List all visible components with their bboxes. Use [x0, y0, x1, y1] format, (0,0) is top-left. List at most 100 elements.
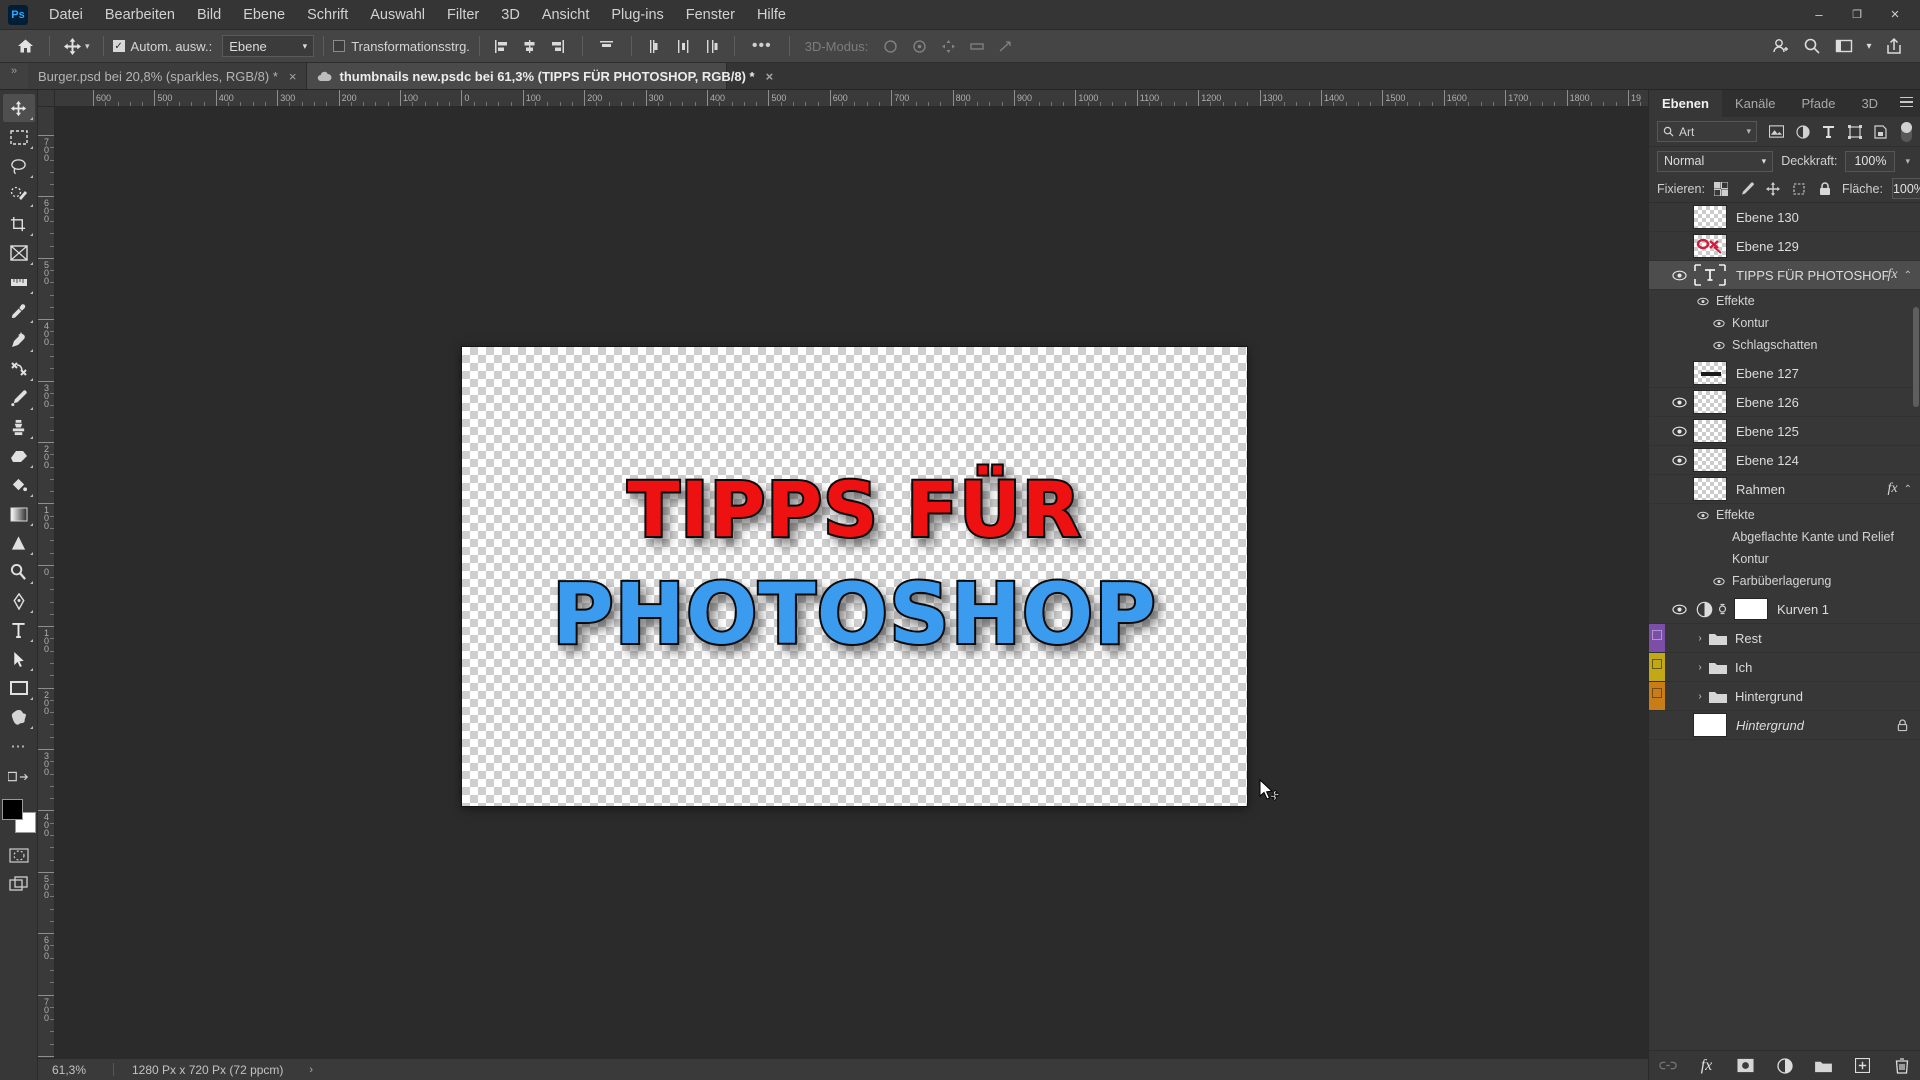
eraser-tool[interactable]	[3, 442, 35, 470]
layer-row-tipps-fuer-photoshop[interactable]: TIPPS FÜR PHOTOSHOP fx ⌃	[1649, 261, 1920, 290]
lasso-tool[interactable]	[3, 152, 35, 180]
layer-thumbnail[interactable]	[1693, 390, 1727, 414]
distribute-vertical-icon[interactable]	[699, 35, 725, 57]
panel-menu-icon[interactable]	[1891, 90, 1920, 117]
layer-name[interactable]: Rahmen	[1736, 482, 1785, 497]
layer-name[interactable]: Ebene 124	[1736, 453, 1799, 468]
layer-thumbnail-text[interactable]	[1693, 263, 1727, 287]
menu-bild[interactable]: Bild	[186, 3, 232, 27]
group-color-label[interactable]	[1649, 653, 1665, 681]
type-tool[interactable]	[3, 616, 35, 644]
layer-effects-group[interactable]: Effekte	[1649, 504, 1920, 526]
lock-image-pixels-icon[interactable]	[1740, 181, 1755, 196]
menu-auswahl[interactable]: Auswahl	[359, 3, 436, 27]
gradient-tool[interactable]	[3, 500, 35, 528]
layer-visibility-toggle[interactable]	[1665, 604, 1693, 615]
menu-ebene[interactable]: Ebene	[232, 3, 296, 27]
lock-all-icon[interactable]	[1818, 181, 1833, 196]
tab-overflow-arrows-icon[interactable]: »	[0, 63, 28, 89]
transform-controls-checkbox-box[interactable]	[333, 40, 346, 52]
ruler-origin-corner[interactable]	[38, 90, 55, 107]
layer-row-rahmen[interactable]: Rahmen fx ⌃	[1649, 475, 1920, 504]
layer-visibility-toggle[interactable]	[1665, 270, 1693, 281]
screen-mode-toggle-icon[interactable]	[3, 763, 35, 791]
menu-ansicht[interactable]: Ansicht	[531, 3, 601, 27]
layer-thumbnail[interactable]	[1693, 234, 1727, 258]
group-name[interactable]: Hintergrund	[1735, 689, 1803, 704]
opacity-field[interactable]: 100%	[1845, 150, 1896, 172]
quick-mask-icon[interactable]	[3, 841, 35, 869]
edit-toolbar-more-button[interactable]: ⋯	[3, 732, 35, 760]
layer-effects-group[interactable]: Effekte	[1649, 290, 1920, 312]
screen-mode-icon[interactable]	[3, 870, 35, 898]
group-color-label[interactable]	[1649, 624, 1665, 652]
layer-thumbnail[interactable]	[1693, 361, 1727, 385]
blur-tool[interactable]	[3, 529, 35, 557]
type-filter-icon[interactable]	[1820, 123, 1837, 140]
frame-tool[interactable]	[3, 239, 35, 267]
group-name[interactable]: Rest	[1735, 631, 1762, 646]
effect-row-schlagschatten[interactable]: Schlagschatten	[1649, 334, 1920, 356]
lock-artboard-icon[interactable]	[1792, 181, 1807, 196]
effects-visibility-toggle[interactable]	[1695, 297, 1711, 306]
home-icon[interactable]	[10, 38, 40, 54]
layer-name[interactable]: Kurven 1	[1777, 602, 1829, 617]
effect-row-farbueberlagerung[interactable]: Farbüberlagerung	[1649, 570, 1920, 592]
effects-visibility-toggle[interactable]	[1695, 511, 1711, 520]
layer-name[interactable]: Ebene 126	[1736, 395, 1799, 410]
layer-effects-fx-icon[interactable]: fx	[1888, 267, 1904, 283]
group-color-label[interactable]	[1649, 682, 1665, 710]
effect-row-abgeflachte-kante[interactable]: Abgeflachte Kante und Relief	[1649, 526, 1920, 548]
layer-row-ebene-129[interactable]: Ebene 129	[1649, 232, 1920, 261]
menu-schrift[interactable]: Schrift	[296, 3, 359, 27]
window-close-button[interactable]: ×	[1876, 6, 1914, 23]
layer-thumbnail[interactable]	[1693, 448, 1727, 472]
menu-3d[interactable]: 3D	[490, 3, 531, 27]
pen-tool[interactable]	[3, 587, 35, 615]
layer-thumbnail[interactable]	[1693, 205, 1727, 229]
dodge-tool[interactable]	[3, 558, 35, 586]
new-adjustment-layer-icon[interactable]	[1775, 1056, 1794, 1075]
vertical-ruler[interactable]: 700 600 500 400 300 200 100 0 100 200 300 400 500 600…	[38, 107, 55, 1058]
auto-select-checkbox[interactable]: ✓ Autom. ausw.:	[112, 39, 212, 54]
delete-layer-icon[interactable]	[1892, 1056, 1911, 1075]
active-tool-move-icon[interactable]: ▾	[59, 37, 94, 56]
rectangular-marquee-tool[interactable]	[3, 123, 35, 151]
transform-controls-checkbox[interactable]: Transformationsstrg.	[333, 39, 470, 54]
filter-kind-select[interactable]: Art ▾	[1657, 121, 1757, 142]
smart-object-filter-icon[interactable]	[1872, 123, 1889, 140]
more-options-button[interactable]: •••	[744, 37, 780, 55]
foreground-color-swatch[interactable]	[1, 799, 23, 820]
layer-thumbnail[interactable]	[1693, 477, 1727, 501]
patch-tool[interactable]	[3, 355, 35, 383]
effect-visibility-toggle[interactable]	[1711, 341, 1727, 350]
brush-tool[interactable]	[3, 384, 35, 412]
ruler-tool[interactable]	[3, 268, 35, 296]
clone-stamp-tool[interactable]	[3, 413, 35, 441]
quick-selection-tool[interactable]	[3, 181, 35, 209]
menu-datei[interactable]: Datei	[38, 3, 94, 27]
shape-filter-icon[interactable]	[1846, 123, 1863, 140]
tab-3d[interactable]: 3D	[1848, 90, 1891, 117]
layer-row-background[interactable]: Hintergrund	[1649, 711, 1920, 740]
effect-row-kontur[interactable]: Kontur	[1649, 312, 1920, 334]
link-layers-icon[interactable]	[1658, 1056, 1677, 1075]
paint-bucket-tool[interactable]	[3, 471, 35, 499]
new-layer-icon[interactable]	[1853, 1056, 1872, 1075]
status-expand-arrow-icon[interactable]: ›	[283, 1064, 313, 1076]
tab-ebenen[interactable]: Ebenen	[1649, 90, 1722, 117]
layer-effects-fx-icon[interactable]: fx	[1888, 481, 1904, 497]
fill-field[interactable]: 100%	[1891, 178, 1920, 199]
search-icon[interactable]	[1798, 34, 1826, 58]
adjustment-filter-icon[interactable]	[1794, 123, 1811, 140]
crop-tool[interactable]	[3, 210, 35, 238]
opacity-chevron-icon[interactable]: ▾	[1903, 156, 1912, 167]
document-tab-burger[interactable]: Burger.psd bei 20,8% (sparkles, RGB/8) *…	[28, 63, 308, 89]
layer-visibility-toggle[interactable]	[1665, 455, 1693, 466]
align-top-edges-icon[interactable]	[594, 35, 620, 57]
distribute-horizontal-icon[interactable]	[671, 35, 697, 57]
effect-visibility-toggle[interactable]	[1711, 319, 1727, 328]
layer-visibility-toggle[interactable]	[1665, 426, 1693, 437]
path-selection-tool[interactable]	[3, 645, 35, 673]
canvas-viewport[interactable]: TIPPS FÜR PHOTOSHOP	[55, 107, 1648, 1058]
